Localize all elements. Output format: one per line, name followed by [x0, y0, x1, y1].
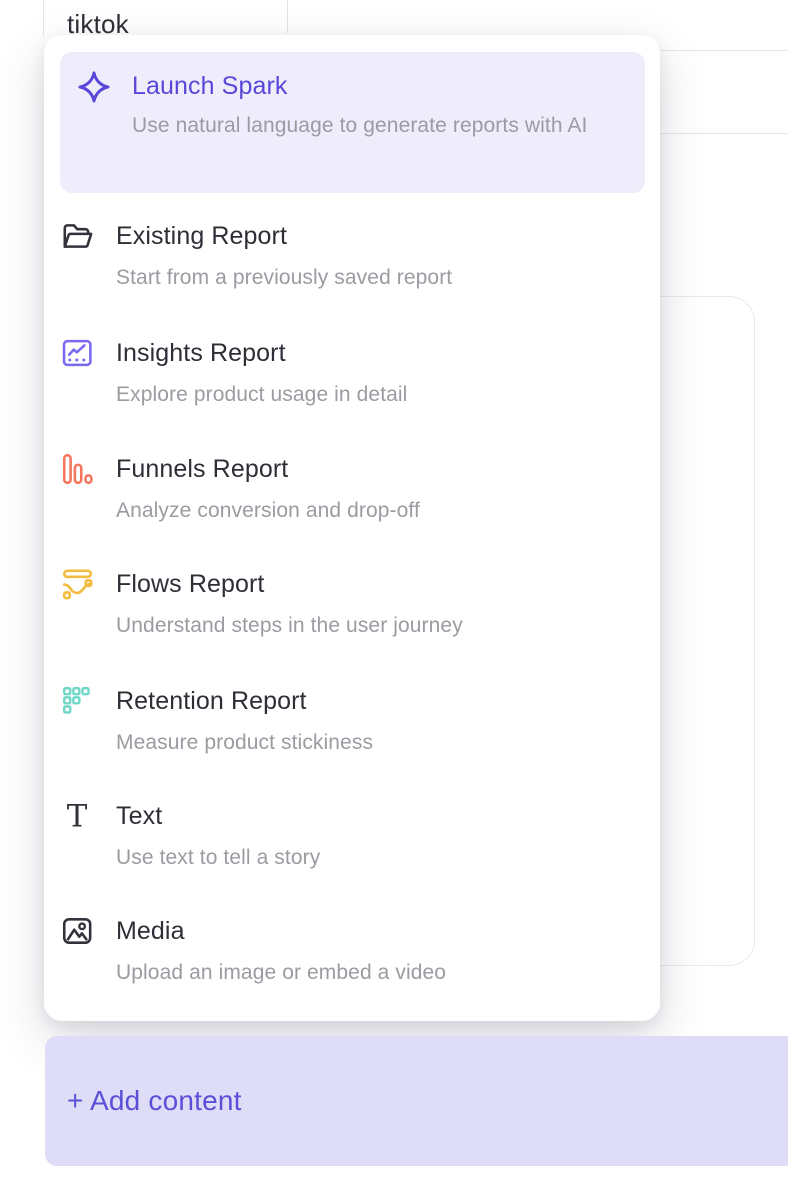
menu-item-retention-report[interactable]: Retention Report Measure product stickin… — [60, 686, 644, 758]
menu-item-description: Analyze conversion and drop-off — [116, 495, 420, 526]
media-image-icon — [60, 914, 96, 950]
retention-grid-icon — [60, 684, 96, 720]
text-icon: T — [60, 799, 96, 835]
spark-icon — [76, 69, 112, 105]
menu-item-title: Retention Report — [116, 686, 373, 716]
menu-item-insights-report[interactable]: Insights Report Explore product usage in… — [60, 338, 644, 410]
insights-chart-icon — [60, 336, 96, 372]
background-row-divider — [655, 50, 788, 51]
menu-item-title: Text — [116, 801, 320, 831]
menu-item-description: Start from a previously saved report — [116, 262, 452, 293]
menu-item-flows-report[interactable]: Flows Report Understand steps in the use… — [60, 569, 644, 641]
menu-item-description: Upload an image or embed a video — [116, 957, 446, 988]
menu-item-description: Use natural language to generate reports… — [132, 110, 587, 141]
svg-text:T: T — [67, 799, 88, 833]
menu-item-media[interactable]: Media Upload an image or embed a video — [60, 916, 644, 988]
menu-item-title: Funnels Report — [116, 454, 420, 484]
menu-item-existing-report[interactable]: Existing Report Start from a previously … — [60, 221, 644, 293]
add-content-menu: Launch Spark Use natural language to gen… — [44, 35, 660, 1021]
menu-item-title: Launch Spark — [132, 71, 587, 101]
menu-item-description: Understand steps in the user journey — [116, 610, 463, 641]
menu-item-title: Media — [116, 916, 446, 946]
menu-item-description: Use text to tell a story — [116, 842, 320, 873]
menu-item-launch-spark[interactable]: Launch Spark Use natural language to gen… — [60, 52, 645, 193]
flows-wave-icon — [60, 567, 96, 603]
menu-item-description: Explore product usage in detail — [116, 379, 407, 410]
menu-item-title: Existing Report — [116, 221, 452, 251]
background-table-border — [43, 0, 44, 36]
funnel-bars-icon — [60, 452, 96, 488]
menu-item-title: Insights Report — [116, 338, 407, 368]
menu-item-title: Flows Report — [116, 569, 463, 599]
menu-item-funnels-report[interactable]: Funnels Report Analyze conversion and dr… — [60, 454, 644, 526]
add-content-button[interactable]: + Add content — [45, 1036, 788, 1166]
folder-open-icon — [60, 219, 96, 255]
background-table-border — [287, 0, 288, 33]
add-content-label: + Add content — [67, 1085, 242, 1117]
menu-item-description: Measure product stickiness — [116, 727, 373, 758]
background-row-divider — [655, 133, 788, 134]
menu-item-text[interactable]: T Text Use text to tell a story — [60, 801, 644, 873]
